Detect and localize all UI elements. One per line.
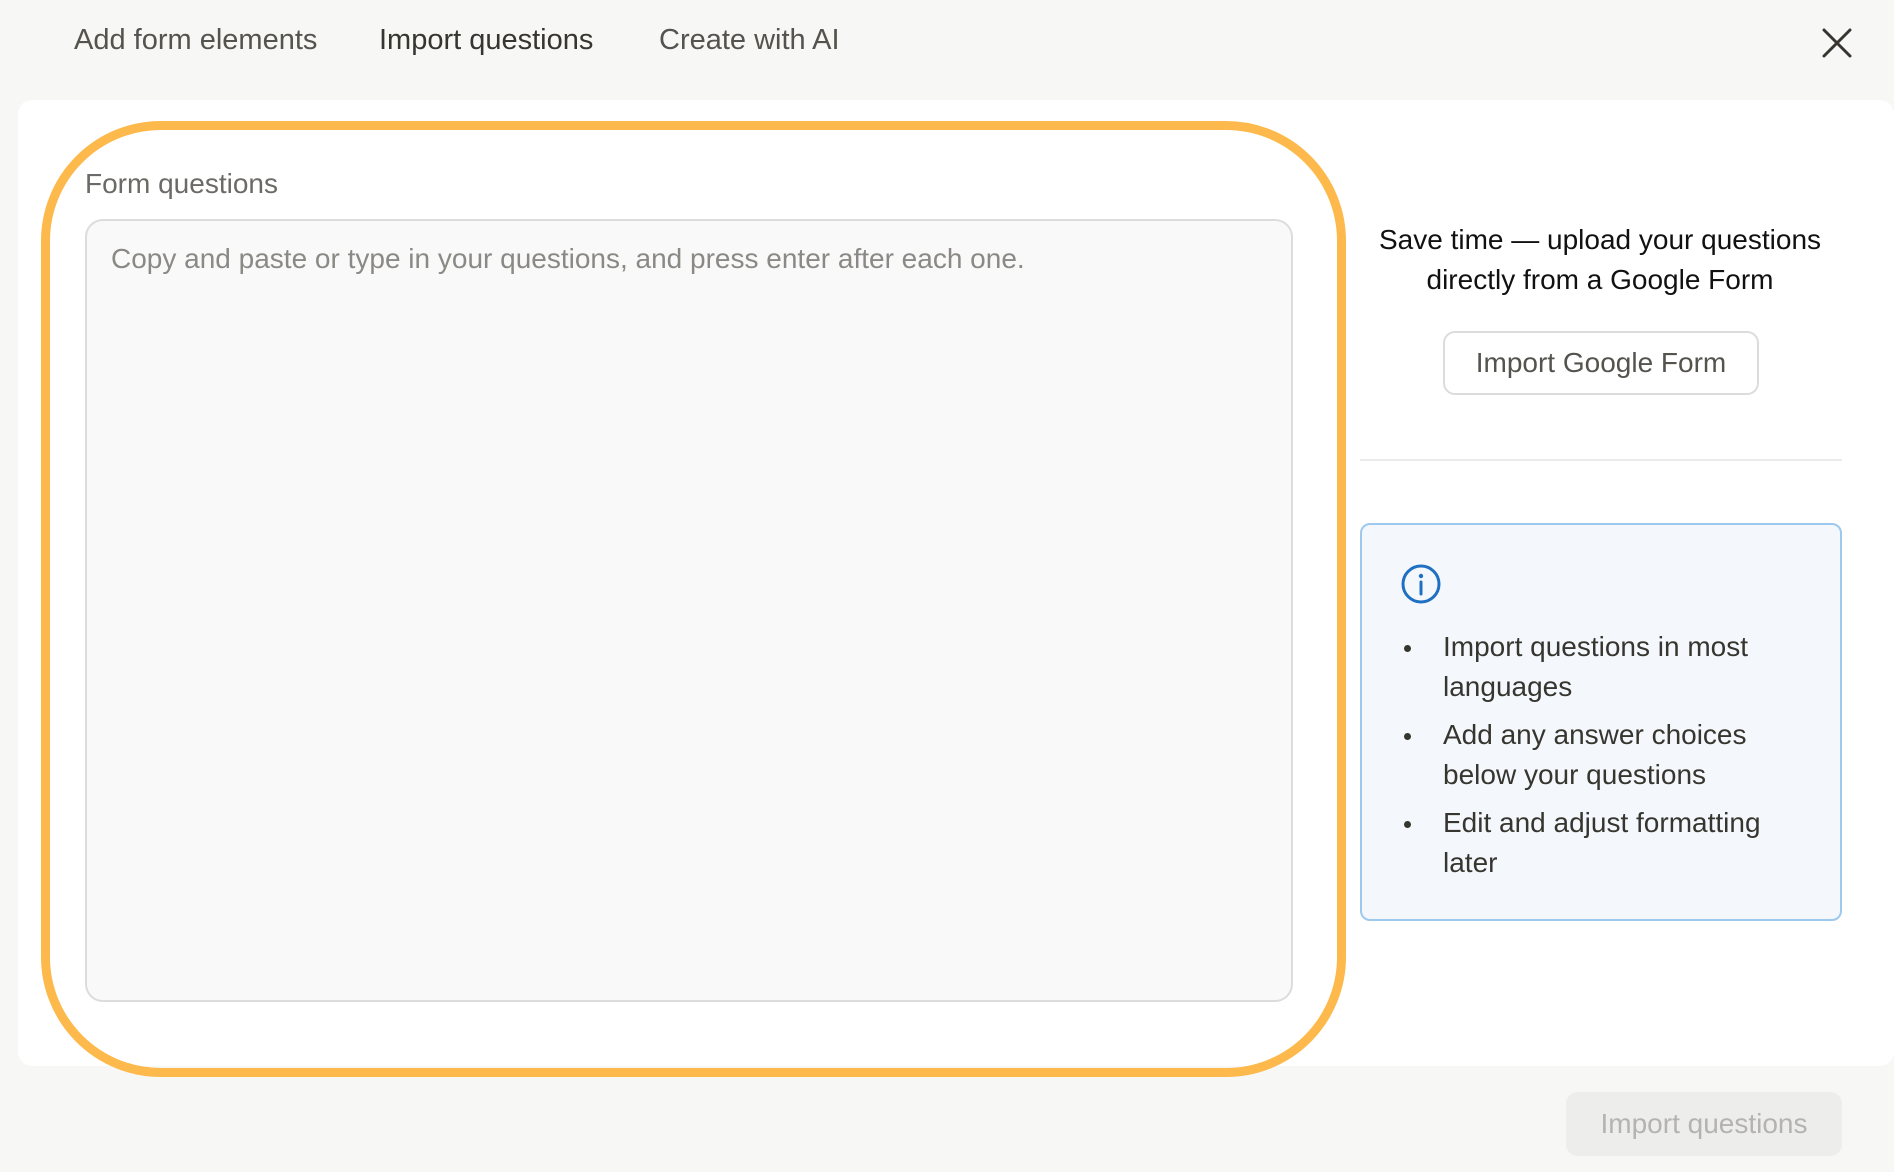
list-item: Edit and adjust formatting later [1398, 803, 1818, 883]
import-questions-button[interactable]: Import questions [1566, 1092, 1842, 1156]
info-icon [1401, 564, 1441, 604]
list-item: Import questions in most languages [1398, 627, 1818, 707]
import-google-form-button[interactable]: Import Google Form [1443, 331, 1759, 395]
tab-bar: Add form elements Import questions Creat… [0, 0, 1894, 88]
list-item: Add any answer choices below your questi… [1398, 715, 1818, 795]
close-icon[interactable] [1820, 26, 1854, 60]
info-list: Import questions in most languages Add a… [1398, 627, 1818, 891]
tab-add-form-elements[interactable]: Add form elements [74, 24, 317, 57]
tab-create-with-ai[interactable]: Create with AI [659, 24, 840, 57]
form-questions-input[interactable] [85, 219, 1293, 1002]
google-form-hint: Save time — upload your questions direct… [1378, 224, 1822, 295]
divider [1360, 459, 1842, 461]
tab-import-questions[interactable]: Import questions [379, 24, 593, 57]
form-questions-label: Form questions [85, 168, 278, 199]
info-box: Import questions in most languages Add a… [1360, 523, 1842, 921]
